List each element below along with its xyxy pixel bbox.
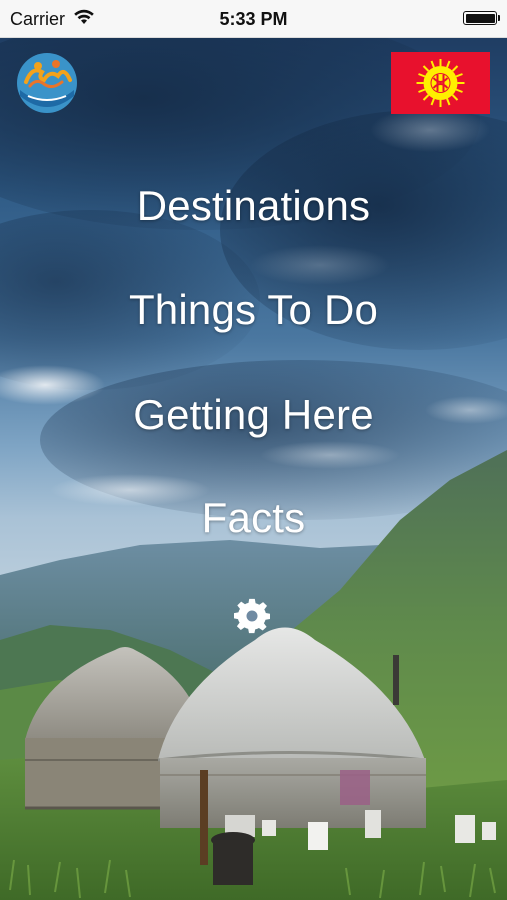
app-screen: Carrier 5:33 PM Destinations Things To D…: [0, 0, 507, 900]
kyrgyz-ornament-logo-icon[interactable]: [16, 52, 78, 114]
background-landscape-image: [0, 38, 507, 900]
menu-item-facts[interactable]: Facts: [0, 494, 507, 542]
battery-icon: [463, 11, 500, 25]
gear-icon[interactable]: [234, 598, 270, 634]
kyrgyzstan-flag-icon[interactable]: [391, 52, 490, 114]
menu-item-getting-here[interactable]: Getting Here: [0, 391, 507, 439]
status-time: 5:33 PM: [219, 9, 288, 29]
status-bar: Carrier 5:33 PM: [0, 0, 507, 38]
menu-item-things-to-do[interactable]: Things To Do: [0, 286, 507, 334]
menu-item-destinations[interactable]: Destinations: [0, 182, 507, 230]
